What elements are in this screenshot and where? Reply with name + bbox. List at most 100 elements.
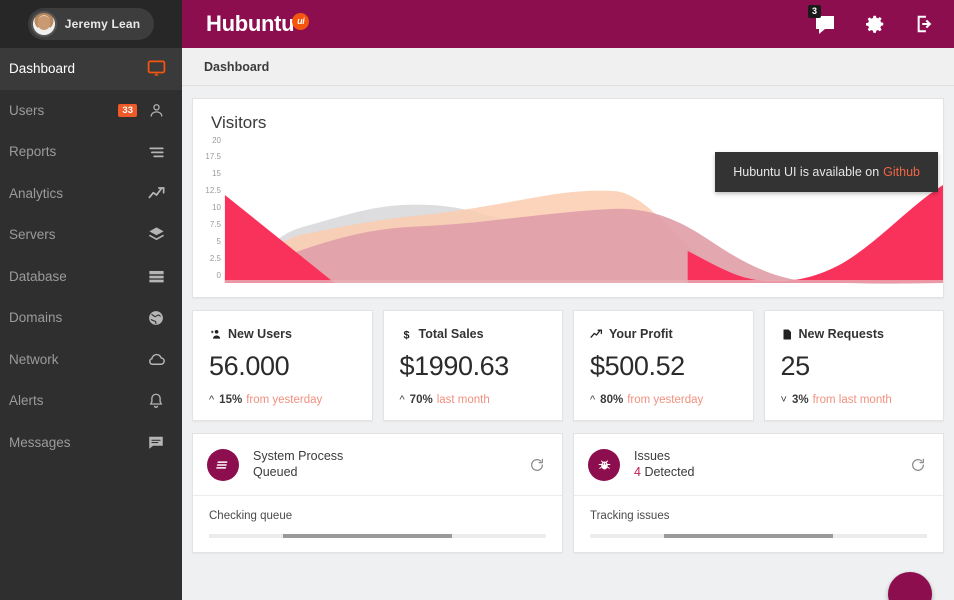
series-baseline-band — [224, 280, 943, 283]
bug-icon — [588, 448, 620, 481]
process-count: 4 — [634, 465, 641, 479]
stat-percent: 15% — [219, 394, 243, 406]
y-tick: 17.5 — [205, 152, 221, 161]
refresh-icon[interactable] — [528, 456, 546, 474]
stat-footer: ˅ 3% from last month — [781, 394, 928, 406]
stat-header: Your Profit — [590, 327, 737, 341]
stat-title: New Users — [228, 327, 292, 341]
stat-card-your-profit: Your Profit $500.52 ^ 80% from yesterday — [573, 310, 754, 421]
y-tick: 15 — [212, 169, 221, 178]
breadcrumb: Dashboard — [182, 48, 954, 86]
process-sub-label: Detected — [644, 465, 695, 479]
process-header: System Process Queued — [193, 434, 562, 496]
y-tick: 12.5 — [205, 186, 221, 195]
sidebar-item-domains[interactable]: Domains — [0, 297, 182, 339]
stat-value: $500.52 — [590, 351, 685, 381]
stat-value: 56.000 — [209, 351, 290, 381]
stat-value: $1990.63 — [399, 351, 510, 381]
stat-card-new-users: New Users 56.000 ^ 15% from yesterday — [192, 310, 373, 421]
topbar-actions: 3 — [808, 5, 938, 37]
add-users-icon — [209, 328, 222, 341]
stat-footer: ^ 80% from yesterday — [590, 394, 737, 406]
chevron-up-icon: ^ — [399, 393, 405, 406]
stat-percent: 3% — [791, 394, 809, 406]
sidebar-item-label: Messages — [9, 434, 71, 450]
y-tick: 5 — [216, 237, 221, 246]
stat-footer: ^ 70% last month — [400, 394, 547, 406]
sidebar-item-servers[interactable]: Servers — [0, 214, 182, 256]
sidebar-item-label: Network — [9, 351, 59, 367]
message-icon — [146, 432, 166, 452]
y-tick: 10 — [212, 203, 221, 212]
person-icon — [146, 100, 166, 120]
sidebar-item-dashboard[interactable]: Dashboard — [0, 48, 182, 90]
progress-bar — [209, 534, 546, 538]
sidebar: Jeremy Lean Dashboard Users 33 Reports A… — [0, 0, 182, 600]
lines-icon — [146, 142, 166, 162]
stat-note: last month — [436, 394, 490, 406]
process-body: Tracking issues — [574, 496, 943, 552]
gear-icon[interactable] — [862, 11, 888, 37]
y-tick: 20 — [212, 136, 221, 145]
app-logo[interactable]: Hubuntu ui — [206, 11, 310, 37]
sidebar-item-alerts[interactable]: Alerts — [0, 380, 182, 422]
sidebar-item-label: Users — [9, 102, 45, 118]
sidebar-item-label: Servers — [9, 227, 56, 243]
sidebar-item-label: Dashboard — [9, 61, 76, 77]
users-badge: 33 — [118, 103, 137, 117]
chevron-down-icon: ˅ — [780, 393, 787, 406]
sidebar-item-analytics[interactable]: Analytics — [0, 173, 182, 215]
stat-header: $ Total Sales — [400, 327, 547, 341]
sidebar-item-database[interactable]: Database — [0, 256, 182, 298]
stat-note: from last month — [812, 394, 892, 406]
sidebar-item-label: Reports — [9, 144, 57, 160]
sidebar-item-messages[interactable]: Messages — [0, 422, 182, 464]
process-card-system-process: System Process Queued Checking queue — [192, 433, 563, 553]
trend-up-icon — [590, 328, 603, 341]
stat-percent: 70% — [409, 394, 433, 406]
document-icon — [781, 328, 793, 341]
trend-up-icon — [146, 183, 166, 203]
stats-row: New Users 56.000 ^ 15% from yesterday $ — [192, 310, 944, 421]
progress-bar-fill — [283, 534, 452, 538]
progress-bar-fill — [664, 534, 833, 538]
floating-action-button[interactable] — [888, 572, 932, 600]
process-subtitle: 4 Detected — [634, 464, 909, 481]
breadcrumb-item-dashboard[interactable]: Dashboard — [204, 60, 269, 74]
sidebar-item-network[interactable]: Network — [0, 339, 182, 381]
globe-icon — [146, 308, 166, 328]
promo-tooltip: Hubuntu UI is available on Github — [715, 152, 938, 192]
stat-note: from yesterday — [246, 394, 323, 406]
sidebar-item-label: Domains — [9, 310, 63, 326]
content-area: Hubuntu UI is available on Github Visitor… — [182, 86, 954, 600]
stat-value: 25 — [780, 351, 811, 381]
refresh-icon[interactable] — [909, 456, 927, 474]
process-title: System Process — [253, 449, 344, 463]
svg-text:$: $ — [403, 329, 409, 341]
bell-icon — [146, 391, 166, 411]
stat-header: New Requests — [781, 327, 928, 341]
github-link[interactable]: Github — [883, 165, 920, 179]
y-tick: 7.5 — [209, 220, 221, 229]
process-row: System Process Queued Checking queue Iss… — [192, 433, 944, 553]
stat-percent: 80% — [600, 394, 624, 406]
logout-icon[interactable] — [912, 11, 938, 37]
process-status: Tracking issues — [590, 510, 670, 522]
process-card-issues: Issues 4 Detected Tracking issues — [573, 433, 944, 553]
stat-note: from yesterday — [627, 394, 704, 406]
sidebar-item-reports[interactable]: Reports — [0, 131, 182, 173]
sidebar-header: Jeremy Lean — [0, 0, 182, 48]
user-profile-pill[interactable]: Jeremy Lean — [27, 8, 155, 40]
sidebar-item-label: Alerts — [9, 393, 44, 409]
chat-unread-badge: 3 — [808, 5, 821, 18]
dollar-icon: $ — [400, 328, 413, 341]
process-header: Issues 4 Detected — [574, 434, 943, 496]
process-text: Issues 4 Detected — [634, 448, 909, 481]
chat-icon[interactable]: 3 — [808, 5, 838, 37]
stat-title: New Requests — [798, 327, 884, 341]
page-title: Visitors — [211, 113, 267, 132]
user-name: Jeremy Lean — [64, 17, 141, 31]
sidebar-item-users[interactable]: Users 33 — [0, 90, 182, 132]
process-text: System Process Queued — [253, 448, 528, 481]
stat-card-new-requests: New Requests 25 ˅ 3% from last month — [763, 310, 944, 421]
